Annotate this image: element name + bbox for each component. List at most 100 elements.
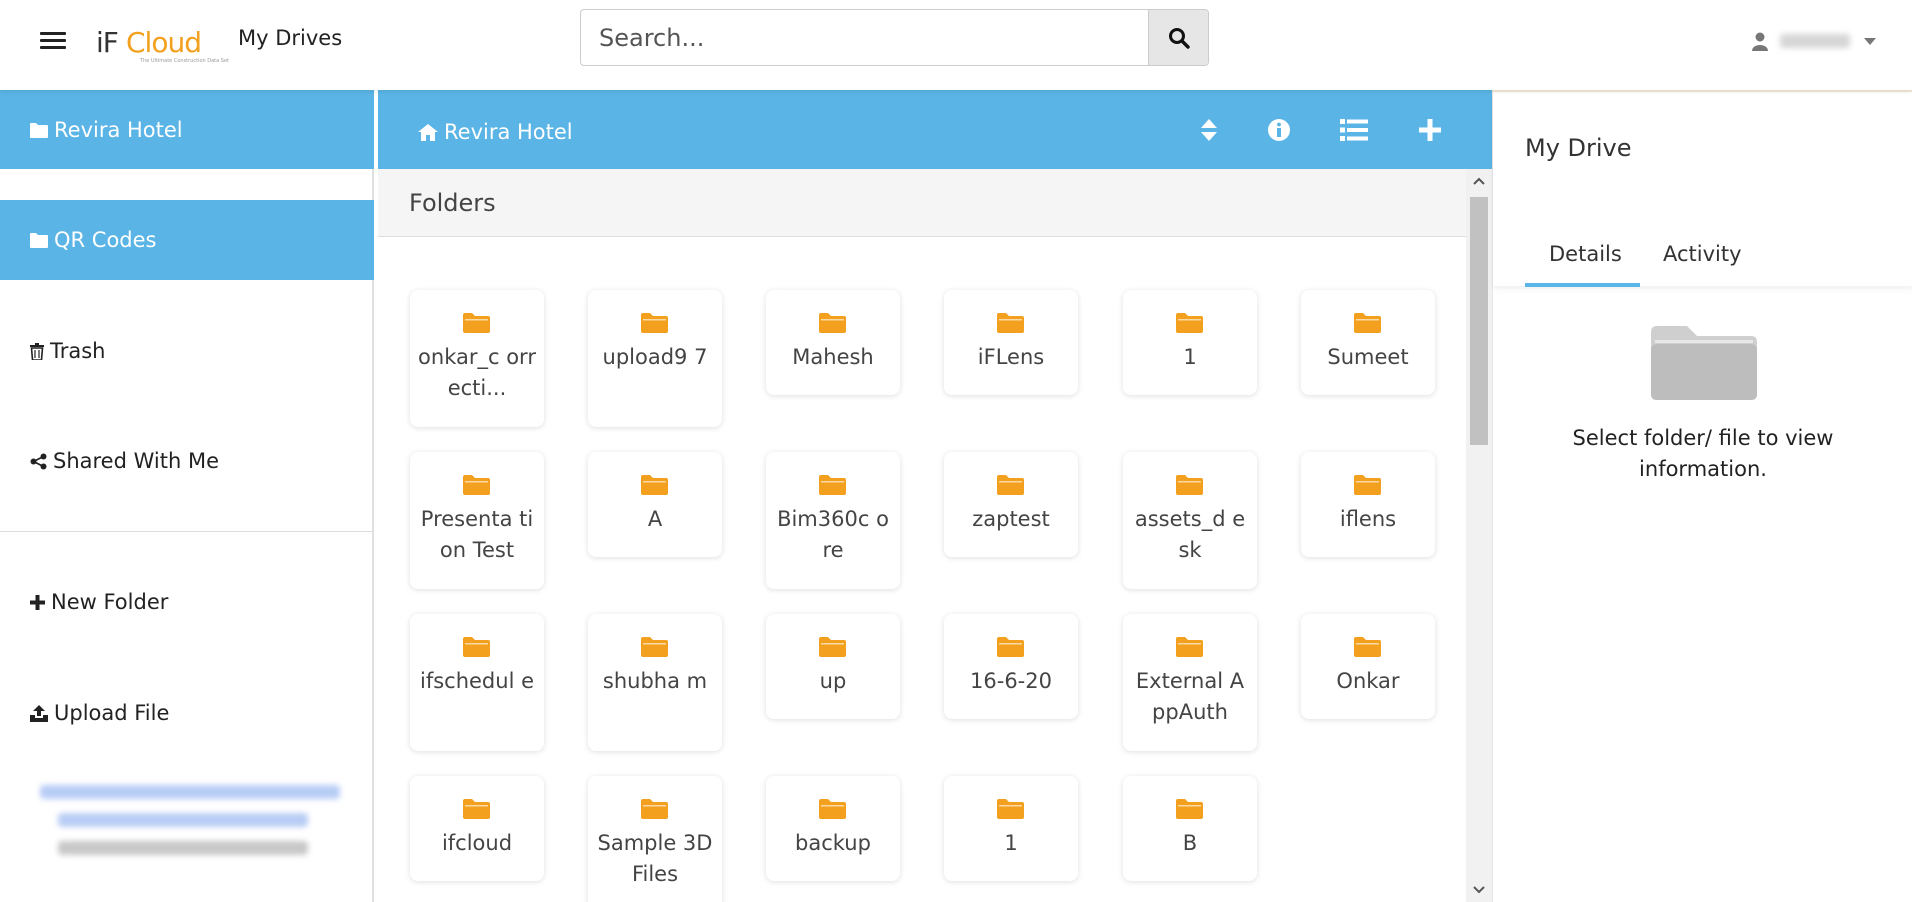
user-menu[interactable] xyxy=(1752,26,1892,56)
folder-card[interactable]: 1 xyxy=(1123,290,1257,395)
folder-name: Bim360c ore xyxy=(777,507,889,562)
folder-name: assets_d esk xyxy=(1134,507,1246,562)
folder-card[interactable]: onkar_c orrecti... xyxy=(410,290,544,427)
folder-card[interactable]: Presenta tion Test xyxy=(410,452,544,589)
breadcrumb-label: Revira Hotel xyxy=(444,120,573,144)
plus-icon xyxy=(30,594,45,610)
info-button[interactable] xyxy=(1261,112,1297,148)
folder-icon xyxy=(641,798,668,823)
folder-icon xyxy=(463,636,490,661)
folder-card[interactable]: Onkar xyxy=(1301,614,1435,719)
folder-icon xyxy=(463,798,490,823)
folder-card[interactable]: Mahesh xyxy=(766,290,900,395)
search-input[interactable] xyxy=(581,10,1150,65)
breadcrumb[interactable]: Revira Hotel xyxy=(418,120,573,144)
folder-card[interactable]: Sumeet xyxy=(1301,290,1435,395)
app-logo[interactable]: iF Cloud The Ultimate Construction Data … xyxy=(96,24,229,64)
main-panel: Revira Hotel Folders onkar_c orrecti... … xyxy=(378,90,1492,902)
folder-card[interactable]: External AppAuth xyxy=(1123,614,1257,751)
plus-icon xyxy=(1419,119,1441,141)
new-folder-button[interactable]: New Folder xyxy=(0,562,374,642)
sidebar-item-revira-hotel[interactable]: Revira Hotel xyxy=(0,90,374,169)
folder-card[interactable]: ifschedul e xyxy=(410,614,544,751)
folder-name: up xyxy=(819,669,847,693)
folder-icon xyxy=(30,122,48,138)
folder-icon xyxy=(997,798,1024,823)
folder-card[interactable]: 16-6-20 xyxy=(944,614,1078,719)
folder-card[interactable]: Bim360c ore xyxy=(766,452,900,589)
folder-icon xyxy=(819,798,846,823)
folder-icon xyxy=(997,636,1024,661)
folder-card[interactable]: iflens xyxy=(1301,452,1435,557)
sidebar-item-label: Trash xyxy=(50,339,106,363)
folder-card[interactable]: assets_d esk xyxy=(1123,452,1257,589)
folder-card[interactable]: A xyxy=(588,452,722,557)
details-panel: My Drive Details Activity Select folder/… xyxy=(1492,90,1912,902)
upload-icon xyxy=(30,704,48,722)
list-icon xyxy=(1340,119,1368,141)
sort-button[interactable] xyxy=(1191,112,1227,148)
sidebar-item-qr-codes[interactable]: QR Codes xyxy=(0,200,374,280)
folder-card[interactable]: 1 xyxy=(944,776,1078,881)
folder-card[interactable]: Sample 3D Files xyxy=(588,776,722,902)
sidebar-item-label: New Folder xyxy=(51,590,169,614)
scrollbar[interactable] xyxy=(1466,169,1492,902)
folder-icon xyxy=(1354,636,1381,661)
folder-icon xyxy=(1354,312,1381,337)
folder-card[interactable]: iFLens xyxy=(944,290,1078,395)
folder-icon xyxy=(997,312,1024,337)
sidebar-item-shared-with-me[interactable]: Shared With Me xyxy=(0,421,374,501)
folder-name: Sumeet xyxy=(1327,345,1409,369)
user-name xyxy=(1780,34,1850,48)
tab-details[interactable]: Details xyxy=(1549,242,1622,266)
folder-icon xyxy=(30,232,48,248)
upload-file-button[interactable]: Upload File xyxy=(0,673,374,753)
folder-name: B xyxy=(1182,831,1198,855)
folder-name: Mahesh xyxy=(792,345,874,369)
folder-card[interactable]: upload9 7 xyxy=(588,290,722,427)
folder-icon xyxy=(997,474,1024,499)
hamburger-menu-icon[interactable] xyxy=(40,32,66,54)
folder-name: ifschedul e xyxy=(419,669,534,693)
sidebar: Revira Hotel QR Codes Trash Shared With … xyxy=(0,90,374,902)
folder-grid: onkar_c orrecti... upload9 7 Mahesh iFLe… xyxy=(378,237,1466,902)
folder-name: Presenta tion Test xyxy=(420,507,534,562)
tab-activity[interactable]: Activity xyxy=(1663,242,1742,266)
search-icon xyxy=(1168,27,1190,49)
scroll-down-arrow-icon[interactable] xyxy=(1466,878,1492,902)
folder-name: 16-6-20 xyxy=(970,669,1052,693)
user-icon xyxy=(1752,32,1768,51)
scroll-up-arrow-icon[interactable] xyxy=(1466,169,1492,193)
add-button[interactable] xyxy=(1412,112,1448,148)
list-view-button[interactable] xyxy=(1336,112,1372,148)
search-box xyxy=(580,9,1209,66)
folder-icon xyxy=(1354,474,1381,499)
sidebar-item-label: Shared With Me xyxy=(53,449,220,473)
folder-card[interactable]: backup xyxy=(766,776,900,881)
support-contact-info xyxy=(30,785,350,869)
share-icon xyxy=(30,453,47,470)
folder-icon xyxy=(641,312,668,337)
details-title: My Drive xyxy=(1525,134,1632,162)
sort-icon xyxy=(1201,119,1217,141)
home-icon xyxy=(418,123,438,141)
folder-card[interactable]: zaptest xyxy=(944,452,1078,557)
folder-card[interactable]: up xyxy=(766,614,900,719)
section-title: Folders xyxy=(409,189,496,217)
details-panel-header: My Drive Details Activity xyxy=(1493,90,1912,287)
folder-card[interactable]: B xyxy=(1123,776,1257,881)
folder-card[interactable]: ifcloud xyxy=(410,776,544,881)
folder-icon xyxy=(1176,636,1203,661)
folder-icon xyxy=(1176,798,1203,823)
folder-icon xyxy=(819,312,846,337)
trash-icon xyxy=(30,342,44,360)
folder-card[interactable]: shubha m xyxy=(588,614,722,751)
search-button[interactable] xyxy=(1148,10,1208,65)
sidebar-item-label: Upload File xyxy=(54,701,170,725)
info-icon xyxy=(1268,119,1290,141)
folder-icon xyxy=(463,312,490,337)
active-tab-indicator xyxy=(1525,283,1640,287)
sidebar-item-trash[interactable]: Trash xyxy=(0,311,374,391)
scrollbar-thumb[interactable] xyxy=(1470,197,1488,445)
folder-name: Onkar xyxy=(1336,669,1400,693)
